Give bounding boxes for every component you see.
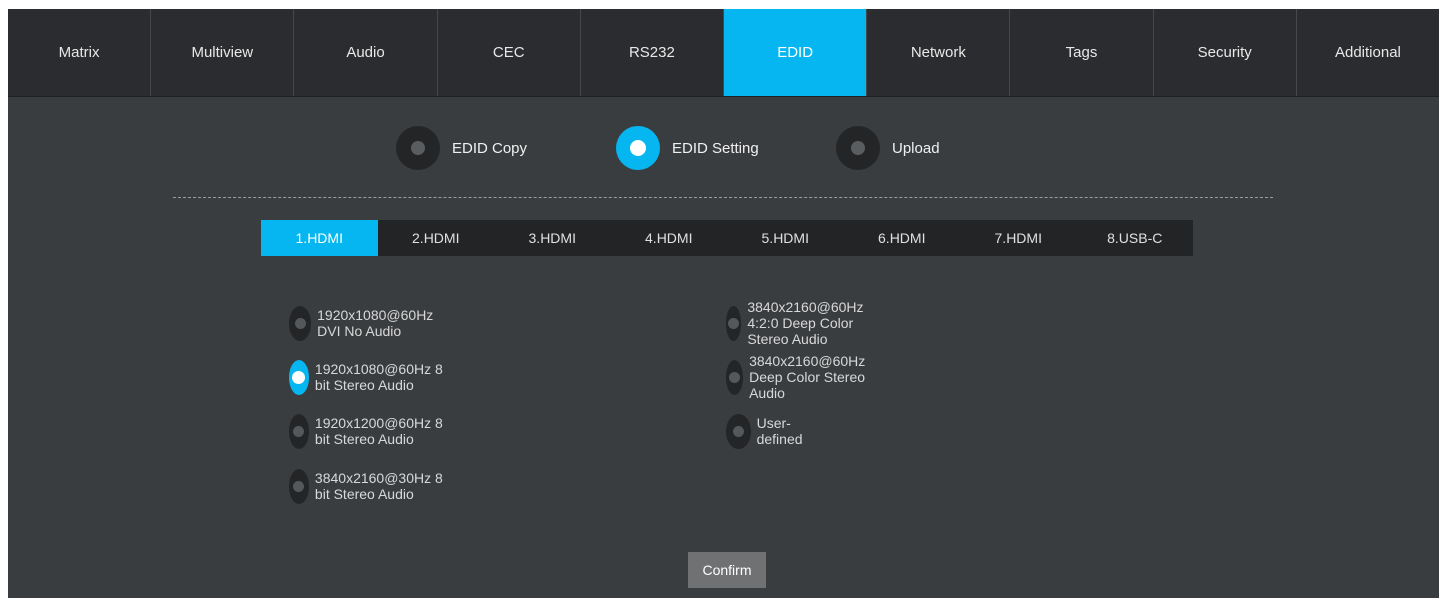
edid-option-label: 3840x2160@60Hz 4:2:0 Deep Color Stereo A… (747, 299, 864, 347)
tab-label: CEC (492, 44, 525, 61)
radio-selected-icon[interactable] (289, 359, 309, 395)
port-tab-2-hdmi[interactable]: 2.HDMI (378, 220, 495, 256)
radio-icon[interactable] (396, 126, 440, 170)
edid-option-label: 3840x2160@60Hz Deep Color Stereo Audio (749, 353, 866, 401)
port-tab-6-hdmi[interactable]: 6.HDMI (844, 220, 961, 256)
edid-option[interactable]: 1920x1080@60Hz DVI No Audio (289, 305, 446, 341)
port-tab-5-hdmi[interactable]: 5.HDMI (727, 220, 844, 256)
edid-option-label: 1920x1080@60Hz DVI No Audio (317, 307, 434, 339)
mode-label: Upload (892, 139, 940, 157)
tab-additional[interactable]: Additional (1297, 9, 1439, 96)
tab-label: Security (1197, 44, 1252, 61)
radio-icon[interactable] (289, 305, 312, 341)
port-tab-8-usb-c[interactable]: 8.USB-C (1077, 220, 1194, 256)
tab-matrix[interactable]: Matrix (8, 9, 152, 96)
radio-icon[interactable] (836, 126, 880, 170)
tab-label: RS232 (628, 44, 675, 61)
edid-option[interactable]: 3840x2160@60Hz 4:2:0 Deep Color Stereo A… (726, 299, 883, 347)
section-divider (173, 197, 1273, 198)
tab-security[interactable]: Security (1154, 9, 1297, 96)
edid-settings-app: Matrix Multiview Audio CEC RS232 EDID Ne… (8, 9, 1439, 598)
tab-label: Tags (1065, 44, 1098, 61)
tab-tags[interactable]: Tags (1010, 9, 1154, 96)
tab-label: Audio (346, 44, 385, 61)
edid-option[interactable]: 1920x1080@60Hz 8 bit Stereo Audio (289, 359, 446, 395)
mode-label: EDID Setting (672, 139, 759, 157)
edid-option-label: 1920x1200@60Hz 8 bit Stereo Audio (314, 415, 443, 447)
edid-option-label: 3840x2160@30Hz 8 bit Stereo Audio (314, 470, 443, 502)
port-tab-1-hdmi[interactable]: 1.HDMI (261, 220, 378, 256)
radio-icon[interactable] (726, 359, 744, 395)
tab-label: EDID (777, 44, 814, 61)
mode-edid-setting[interactable]: EDID Setting (616, 125, 759, 171)
tab-label: Matrix (58, 44, 100, 61)
radio-icon[interactable] (289, 468, 309, 504)
tab-edid[interactable]: EDID (724, 9, 868, 96)
tab-label: Multiview (191, 44, 254, 61)
port-tab-4-hdmi[interactable]: 4.HDMI (611, 220, 728, 256)
tab-label: Additional (1334, 44, 1401, 61)
edid-option[interactable]: 3840x2160@30Hz 8 bit Stereo Audio (289, 468, 446, 504)
confirm-button[interactable]: Confirm (688, 552, 766, 588)
edid-mode-selector: EDID Copy EDID Setting Upload (8, 125, 1439, 171)
mode-label: EDID Copy (452, 139, 528, 157)
edid-option-label: 1920x1080@60Hz 8 bit Stereo Audio (314, 361, 443, 393)
mode-upload[interactable]: Upload (836, 125, 940, 171)
port-tab-7-hdmi[interactable]: 7.HDMI (960, 220, 1077, 256)
radio-icon[interactable] (726, 413, 751, 449)
tab-label: Network (910, 44, 966, 61)
edid-option-label: User-defined (756, 415, 803, 447)
edid-option[interactable]: User-defined (726, 413, 813, 449)
tab-network[interactable]: Network (867, 9, 1011, 96)
output-port-tabs: 1.HDMI 2.HDMI 3.HDMI 4.HDMI 5.HDMI 6.HDM… (261, 220, 1193, 256)
tab-audio[interactable]: Audio (294, 9, 438, 96)
radio-icon[interactable] (726, 305, 742, 341)
radio-icon[interactable] (289, 413, 309, 449)
top-navigation: Matrix Multiview Audio CEC RS232 EDID Ne… (8, 9, 1439, 97)
edid-option[interactable]: 3840x2160@60Hz Deep Color Stereo Audio (726, 353, 883, 401)
tab-rs232[interactable]: RS232 (581, 9, 725, 96)
radio-selected-icon[interactable] (616, 126, 660, 170)
tab-multiview[interactable]: Multiview (151, 9, 295, 96)
tab-cec[interactable]: CEC (438, 9, 581, 96)
mode-edid-copy[interactable]: EDID Copy (396, 125, 527, 171)
port-tab-3-hdmi[interactable]: 3.HDMI (494, 220, 611, 256)
edid-option[interactable]: 1920x1200@60Hz 8 bit Stereo Audio (289, 413, 446, 449)
